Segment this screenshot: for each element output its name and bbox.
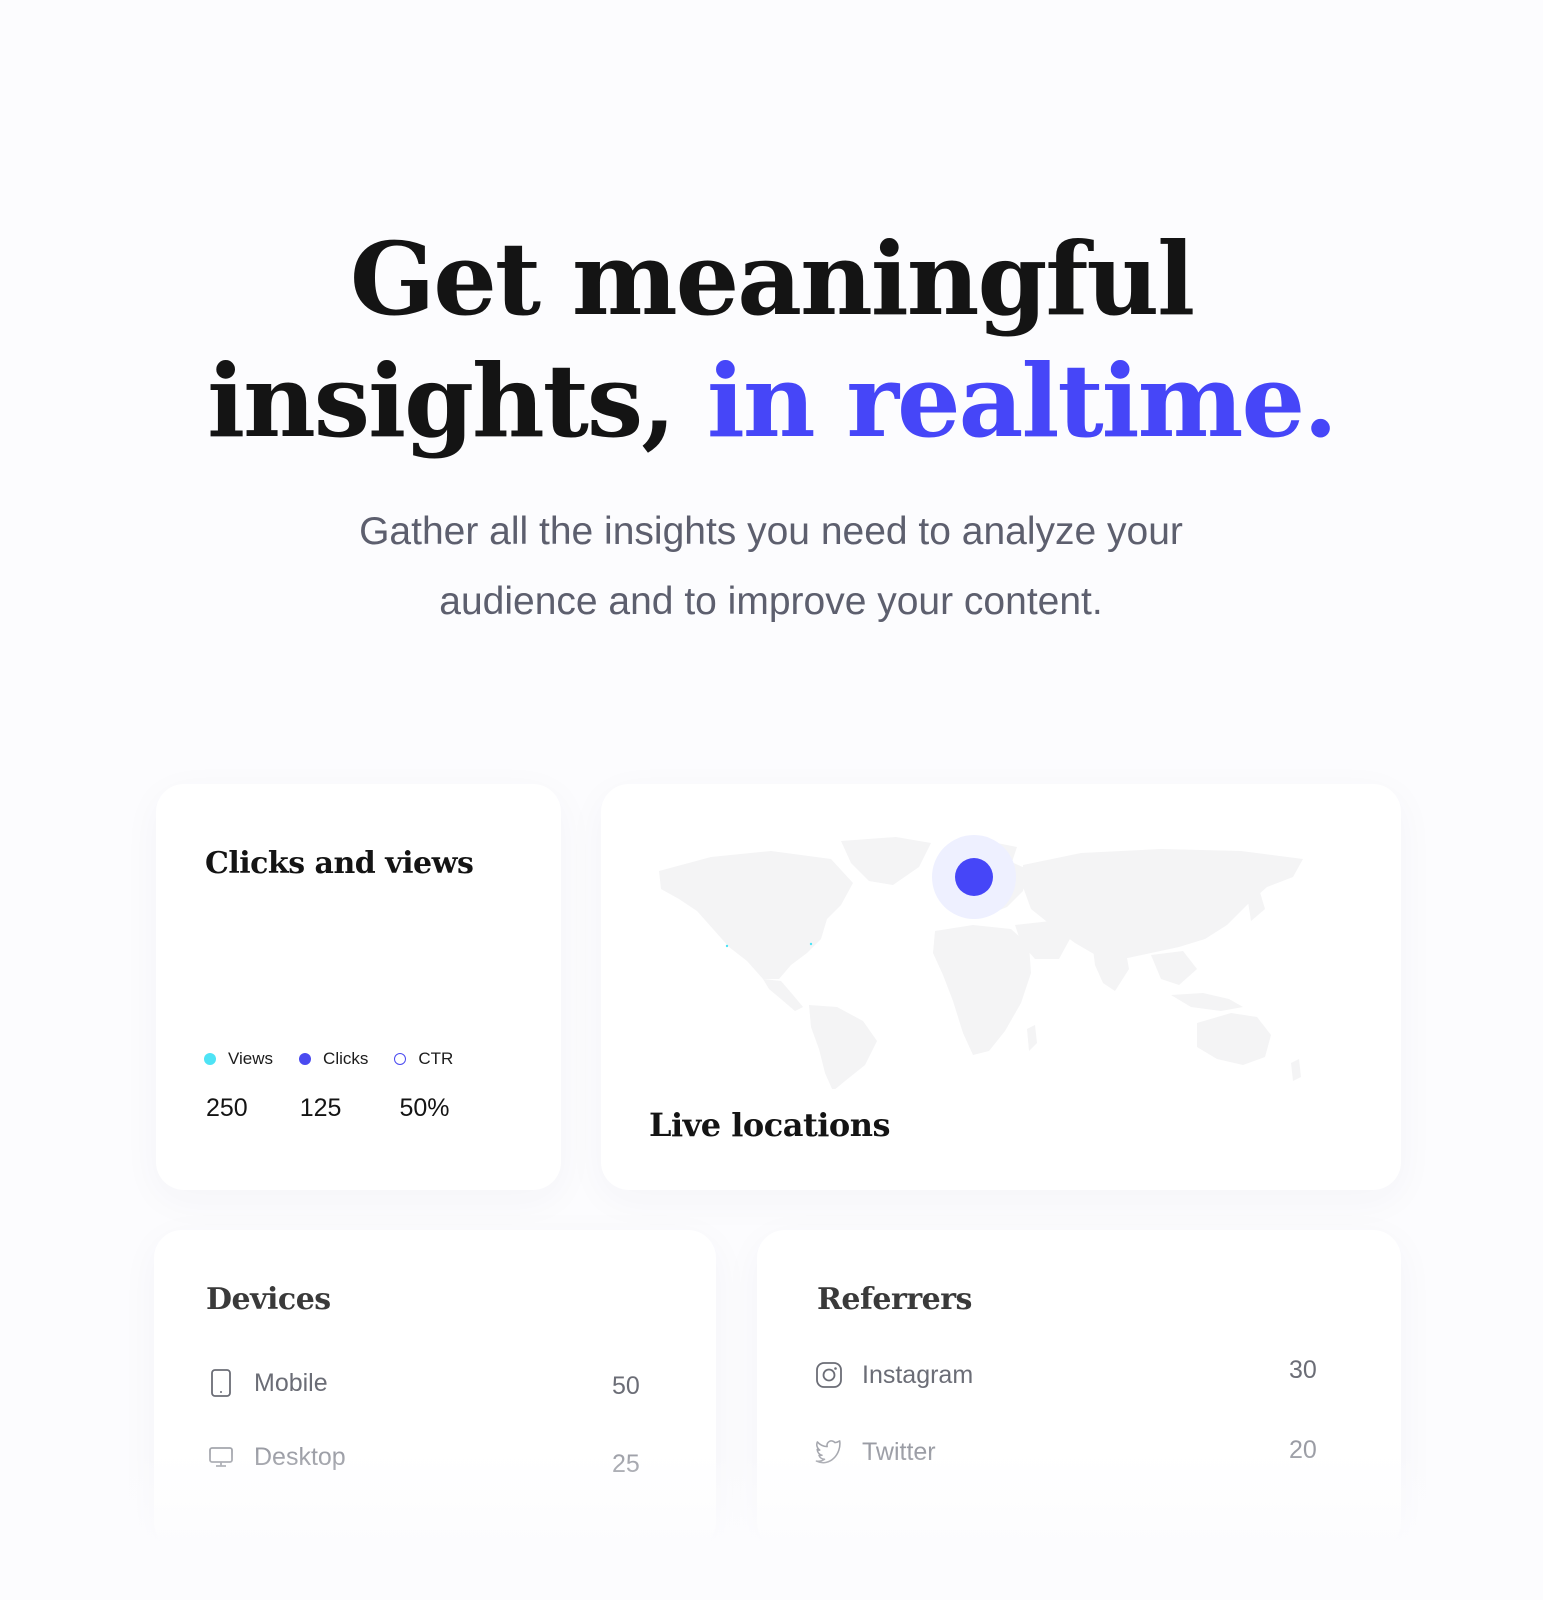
instagram-icon (812, 1358, 846, 1392)
desktop-icon (204, 1440, 238, 1474)
live-locations-title: Live locations (649, 1106, 891, 1144)
legend-item-views: Views (204, 1049, 273, 1069)
clicks-views-stats: 250 125 50% (206, 1094, 506, 1123)
referrer-label-instagram: Instagram (862, 1360, 974, 1389)
location-pulse-dot (955, 858, 993, 896)
twitter-icon (812, 1435, 846, 1469)
map-marker-west-us (725, 944, 729, 948)
hero-title-line2: insights, (207, 342, 676, 460)
world-map (659, 835, 1303, 1089)
stat-ctr-value: 50% (399, 1094, 450, 1122)
ctr-ring-icon (394, 1053, 407, 1065)
mobile-icon (204, 1366, 238, 1400)
map-marker-east-us (809, 942, 813, 946)
referrer-value-instagram: 30 (1289, 1356, 1317, 1384)
legend-label-clicks: Clicks (323, 1049, 369, 1068)
stat-clicks-value: 125 (299, 1094, 342, 1122)
hero-title-accent: in realtime. (706, 342, 1338, 460)
devices-title: Devices (206, 1282, 331, 1317)
clicks-views-title: Clicks and views (205, 846, 474, 881)
clicks-views-legend: Views Clicks CTR (204, 1049, 479, 1069)
device-label-desktop: Desktop (254, 1442, 346, 1471)
legend-label-ctr: CTR (418, 1049, 454, 1068)
device-label-mobile: Mobile (254, 1368, 328, 1397)
referrer-row-twitter: Twitter (812, 1435, 936, 1469)
referrers-title: Referrers (817, 1282, 972, 1317)
device-value-desktop: 25 (612, 1450, 640, 1478)
legend-label-views: Views (228, 1049, 274, 1068)
stat-views-value: 250 (206, 1094, 248, 1122)
clicks-views-card: Clicks and views Views Clicks CTR 250 12… (156, 784, 561, 1190)
hero-title-line1: Get meaningful (349, 220, 1195, 338)
device-value-mobile: 50 (612, 1372, 640, 1400)
hero-title: Get meaningful insights, in realtime. (0, 218, 1543, 462)
referrer-value-twitter: 20 (1289, 1436, 1317, 1464)
clicks-dot-icon (299, 1053, 312, 1065)
referrers-card: Referrers Instagram 30 Twitter 20 (757, 1230, 1401, 1550)
referrer-row-instagram: Instagram (812, 1358, 973, 1392)
hero-subtitle: Gather all the insights you need to anal… (271, 497, 1271, 637)
device-row-desktop: Desktop (204, 1440, 346, 1474)
legend-item-ctr: CTR (394, 1049, 453, 1069)
devices-card: Devices Mobile 50 Desktop 25 (154, 1230, 716, 1550)
hero-subtitle-line2: audience and to improve your content. (439, 580, 1103, 623)
device-row-mobile: Mobile (204, 1366, 328, 1400)
referrer-label-twitter: Twitter (862, 1437, 936, 1466)
views-dot-icon (204, 1053, 216, 1065)
live-locations-card: Live locations (601, 784, 1401, 1190)
hero-subtitle-line1: Gather all the insights you need to anal… (359, 510, 1183, 553)
legend-item-clicks: Clicks (299, 1049, 368, 1069)
